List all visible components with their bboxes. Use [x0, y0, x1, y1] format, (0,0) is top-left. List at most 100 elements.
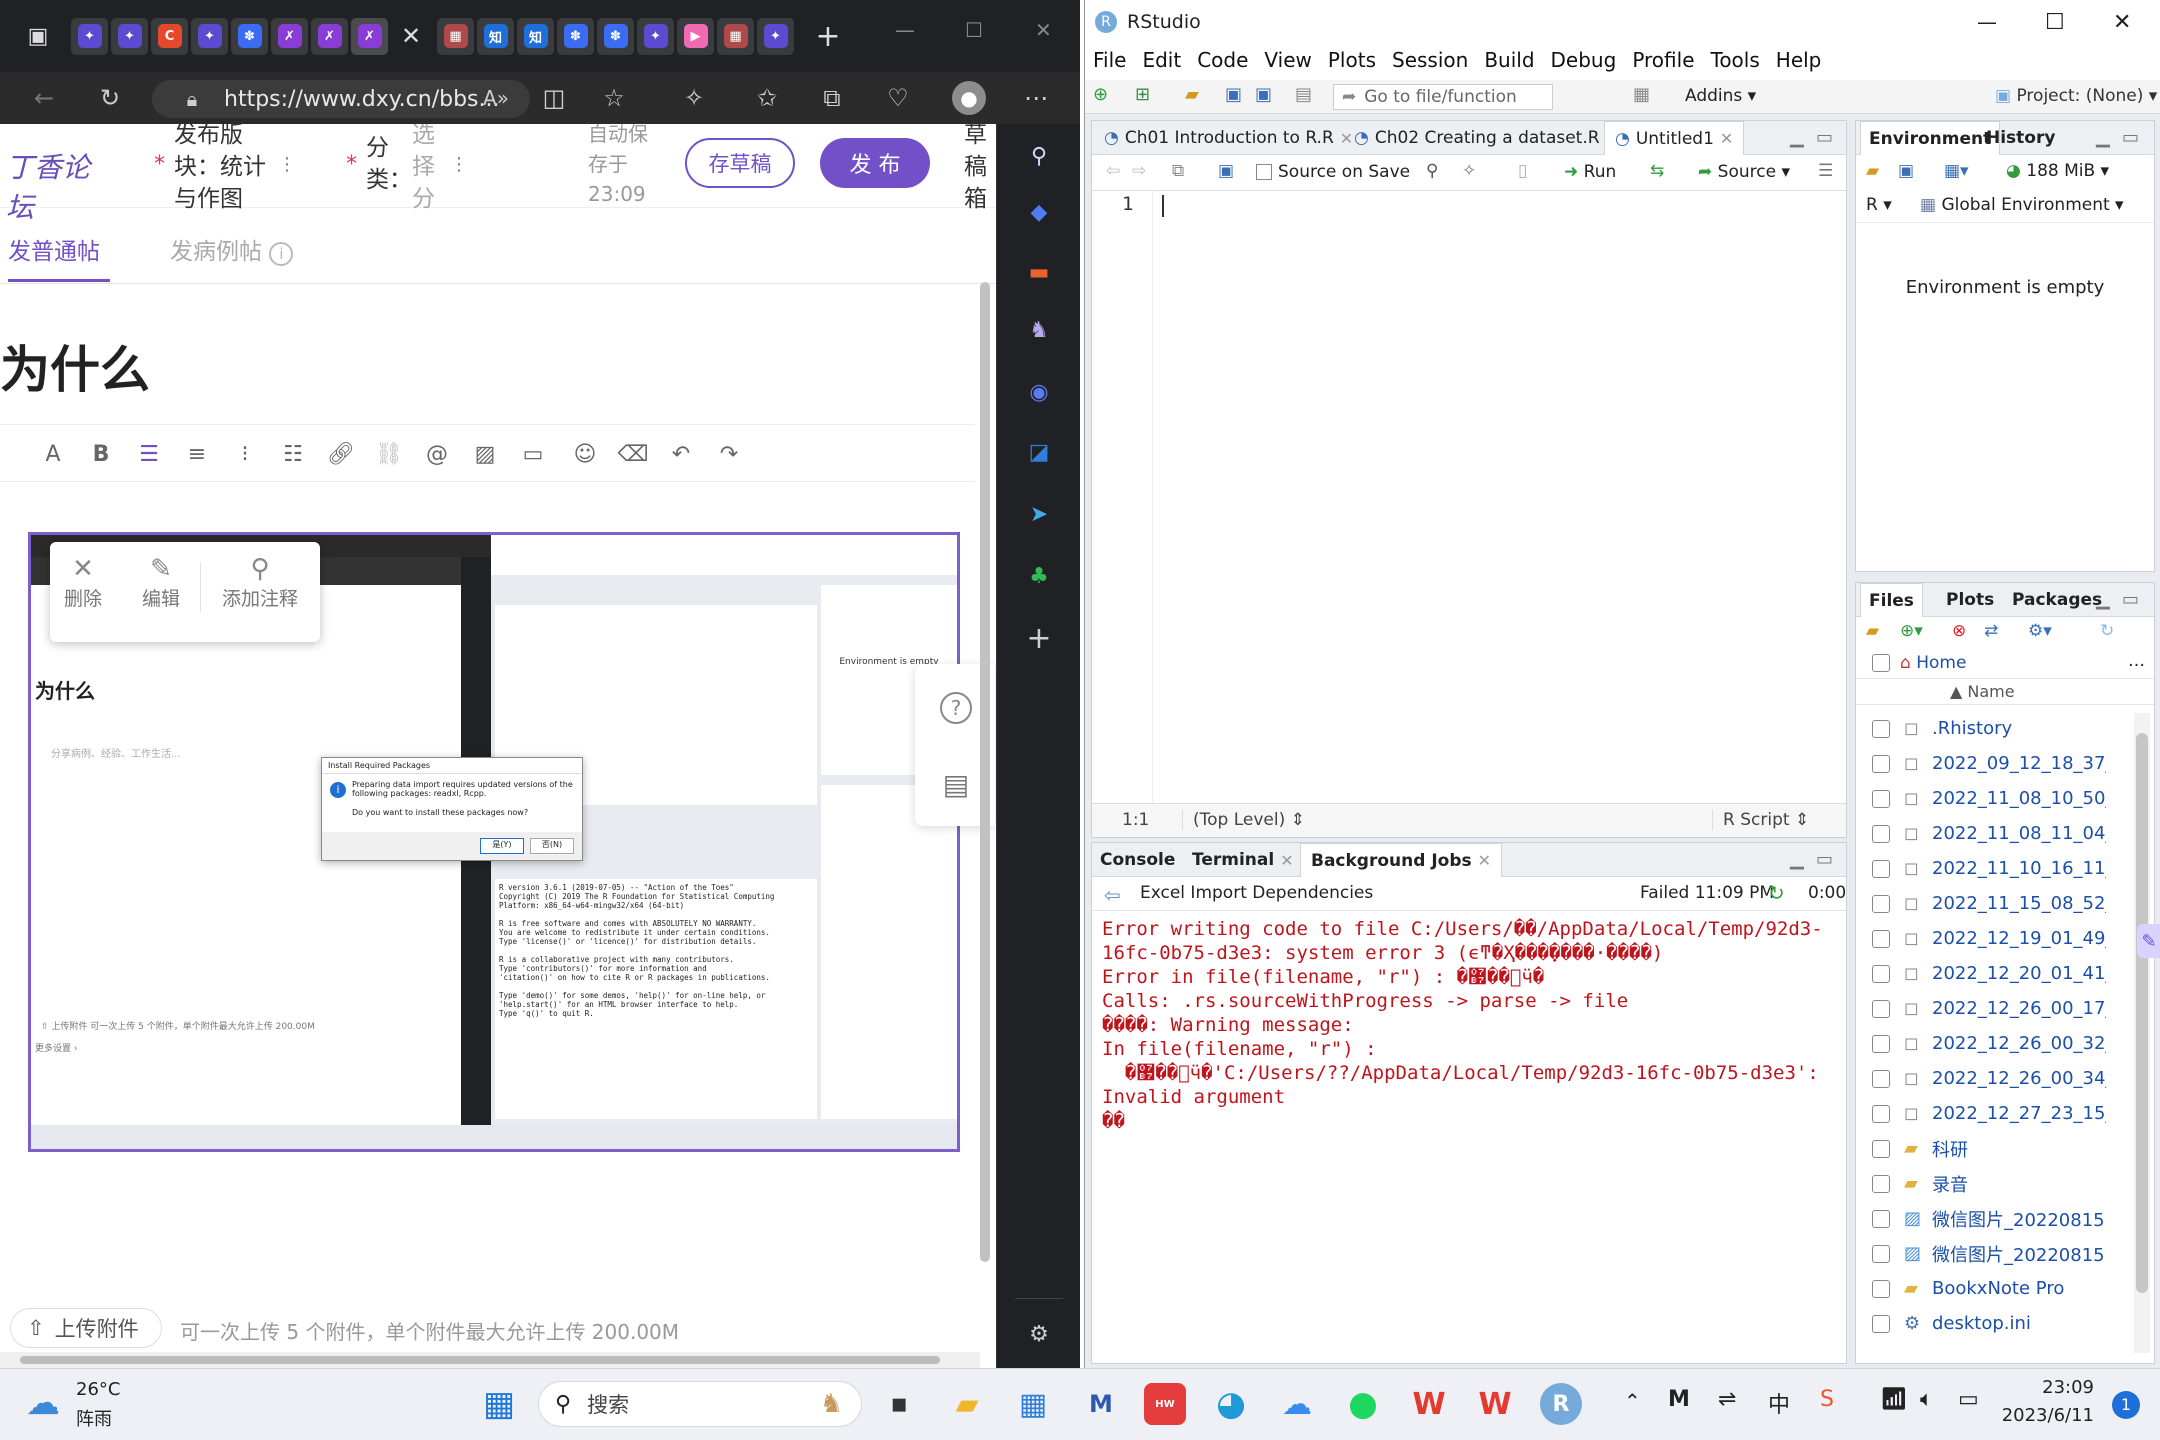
file-name[interactable]: 2022_12_27_23_15_47 [1932, 1103, 2106, 1124]
info-icon[interactable]: i [269, 242, 294, 266]
file-name[interactable]: 2022_11_08_10_50_48 [1932, 788, 2106, 809]
file-checkbox[interactable] [1872, 859, 1890, 878]
browser-tab[interactable]: ✦ [111, 17, 148, 55]
huawei-icon[interactable]: HW [1144, 1383, 1186, 1425]
align-left-icon[interactable]: ☰ [134, 439, 164, 469]
minimize-pane-icon[interactable]: ▁ [1790, 849, 1804, 870]
font-icon[interactable]: A [38, 439, 68, 469]
toolbox-icon[interactable]: ▬ [1019, 252, 1059, 292]
browser-tab[interactable]: ✦ [191, 17, 228, 55]
rerun-icon[interactable]: ⇆ [1650, 161, 1664, 181]
annotate-image-button[interactable]: ⚲ 添加注释 [222, 554, 298, 611]
clear-format-icon[interactable]: ⌫ [617, 439, 648, 469]
compile-icon[interactable]: ▯ [1518, 161, 1527, 181]
source-on-save-checkbox[interactable]: Source on Save [1256, 162, 1410, 182]
file-checkbox[interactable] [1872, 1209, 1890, 1228]
browser-tab[interactable]: ✦ [71, 17, 108, 55]
mention-icon[interactable]: @ [422, 439, 452, 469]
delete-image-button[interactable]: ✕ 删除 [64, 554, 102, 611]
maximize-pane-icon[interactable]: ▭ [2122, 127, 2139, 148]
minimize-pane-icon[interactable]: ▁ [2096, 127, 2110, 148]
file-name[interactable]: 2022_11_10_16_11_32 [1932, 858, 2106, 879]
redo-icon[interactable]: ↷ [714, 439, 744, 469]
file-name[interactable]: 2022_12_26_00_32_59 [1932, 1033, 2106, 1054]
new-file-icon[interactable]: ⊕ [1093, 84, 1108, 105]
new-file-icon[interactable]: ⊕▾ [1900, 621, 1923, 641]
rerun-job-icon[interactable]: ↻ [1768, 881, 1785, 905]
reader-icon[interactable]: ◫ [538, 82, 570, 114]
file-checkbox[interactable] [1872, 1139, 1890, 1158]
file-name[interactable]: 2022_09_12_18_37_15 [1932, 753, 2106, 774]
publish-button[interactable]: 发 布 [820, 138, 930, 188]
search-icon[interactable]: ⚲ [1426, 161, 1438, 181]
copilot-icon[interactable]: ◉ [1019, 372, 1059, 412]
home-breadcrumb[interactable]: ⌂ Home [1900, 653, 1966, 673]
file-name[interactable]: 微信图片_202208151 [1932, 1206, 2106, 1232]
input-method-icon[interactable]: 中 [1768, 1387, 1790, 1419]
edit-image-button[interactable]: ✎ 编辑 [142, 554, 180, 611]
show-hidden-icons[interactable]: ⌃ [1624, 1389, 1641, 1413]
save-draft-button[interactable]: 存草稿 [685, 138, 795, 188]
video-icon[interactable]: ▭ [518, 439, 548, 469]
file-row[interactable]: ◻ 2022_12_19_01_49_ [1856, 921, 2106, 956]
menu-view[interactable]: View [1264, 48, 1311, 72]
file-row[interactable]: ◻ 2022_11_08_11_04_12 [1856, 816, 2106, 851]
rename-icon[interactable]: ⇄ [1984, 621, 1998, 641]
close-tab-icon[interactable]: ✕ [396, 22, 426, 50]
read-aloud-icon[interactable]: A» [480, 82, 512, 114]
file-checkbox[interactable] [1872, 1279, 1890, 1298]
print-icon[interactable]: ▤ [1295, 84, 1312, 105]
file-row[interactable]: ▰ 科研 [1856, 1131, 2106, 1166]
tray-settings-icon[interactable]: ⇌ [1718, 1387, 1736, 1412]
browser-tab[interactable]: ✗ [271, 17, 308, 55]
refresh-icon[interactable]: ↻ [2100, 621, 2114, 641]
file-row[interactable]: ◻ 2022_12_26_00_34_29 [1856, 1061, 2106, 1096]
tab-background-jobs[interactable]: Background Jobs ✕ [1300, 843, 1503, 877]
file-name[interactable]: 2022_11_15_08_52_38 [1932, 893, 2106, 914]
file-name[interactable]: 微信图片_202208151 [1932, 1241, 2106, 1267]
load-workspace-icon[interactable]: ▰ [1866, 161, 1879, 181]
profile-avatar-icon[interactable]: ● [952, 81, 986, 115]
browser-tab[interactable]: ✗ [351, 17, 388, 55]
browser-tab[interactable]: ✦ [757, 17, 794, 55]
file-name[interactable]: 2022_12_26_00_34_29 [1932, 1068, 2106, 1089]
more-menu-icon[interactable]: ⋯ [1020, 82, 1052, 114]
scope-selector[interactable]: (Top Level) ⇕ [1182, 810, 1305, 830]
browser-tab[interactable]: 知 [517, 17, 554, 55]
maximize-pane-icon[interactable]: ▭ [1816, 127, 1833, 148]
file-checkbox[interactable] [1872, 1314, 1890, 1333]
file-name[interactable]: .Rhistory [1932, 718, 2012, 739]
spotify-icon[interactable]: ● [1342, 1383, 1384, 1425]
store-icon[interactable]: ▦ [1012, 1383, 1054, 1425]
import-dataset-icon[interactable]: ▦▾ [1944, 161, 1969, 181]
grid-layout-icon[interactable]: ▦ [1633, 84, 1650, 105]
address-bar[interactable]: 🔒︎ https://www.dxy.cn/bbs... [152, 80, 530, 118]
taskbar-search-box[interactable]: ⚲ 搜索 ♞ [538, 1381, 862, 1427]
help-icon[interactable]: ? [940, 692, 972, 724]
tab-console[interactable]: Console [1100, 843, 1175, 877]
browser-tab[interactable]: C [151, 17, 188, 55]
file-row[interactable]: ◻ .Rhistory [1856, 711, 2106, 746]
link-icon[interactable]: 🔗︎ [326, 439, 356, 469]
maximize-icon[interactable]: ☐ [965, 18, 983, 42]
tab-case-post[interactable]: 发病例帖 i [170, 232, 294, 282]
file-name[interactable]: 2022_12_19_01_49_ [1932, 928, 2106, 949]
notes-app-icon[interactable]: M [1080, 1383, 1122, 1425]
menu-edit[interactable]: Edit [1142, 48, 1181, 72]
file-row[interactable]: ▨ 微信图片_202208151 [1856, 1201, 2106, 1236]
file-type-selector[interactable]: R Script ⇕ [1712, 810, 1809, 830]
image-icon[interactable]: ▨ [470, 439, 500, 469]
new-folder-icon[interactable]: ▰ [1866, 621, 1879, 641]
refresh-icon[interactable]: ↻ [94, 82, 126, 114]
menu-profile[interactable]: Profile [1632, 48, 1694, 72]
run-button[interactable]: ➜ Run [1564, 162, 1616, 182]
file-name[interactable]: 录音 [1932, 1171, 1968, 1197]
close-icon[interactable]: ✕ [1720, 129, 1733, 148]
add-icon[interactable]: + [1019, 618, 1059, 658]
tab-packages[interactable]: Packages [2004, 583, 2110, 617]
favorites-icon[interactable]: ✩ [751, 82, 783, 114]
file-explorer-icon[interactable]: ▰ [946, 1383, 988, 1425]
source-button[interactable]: ➦ Source ▾ [1698, 162, 1790, 182]
tree-icon[interactable]: ♣ [1019, 556, 1059, 596]
tab-files[interactable]: Files [1860, 583, 1923, 617]
